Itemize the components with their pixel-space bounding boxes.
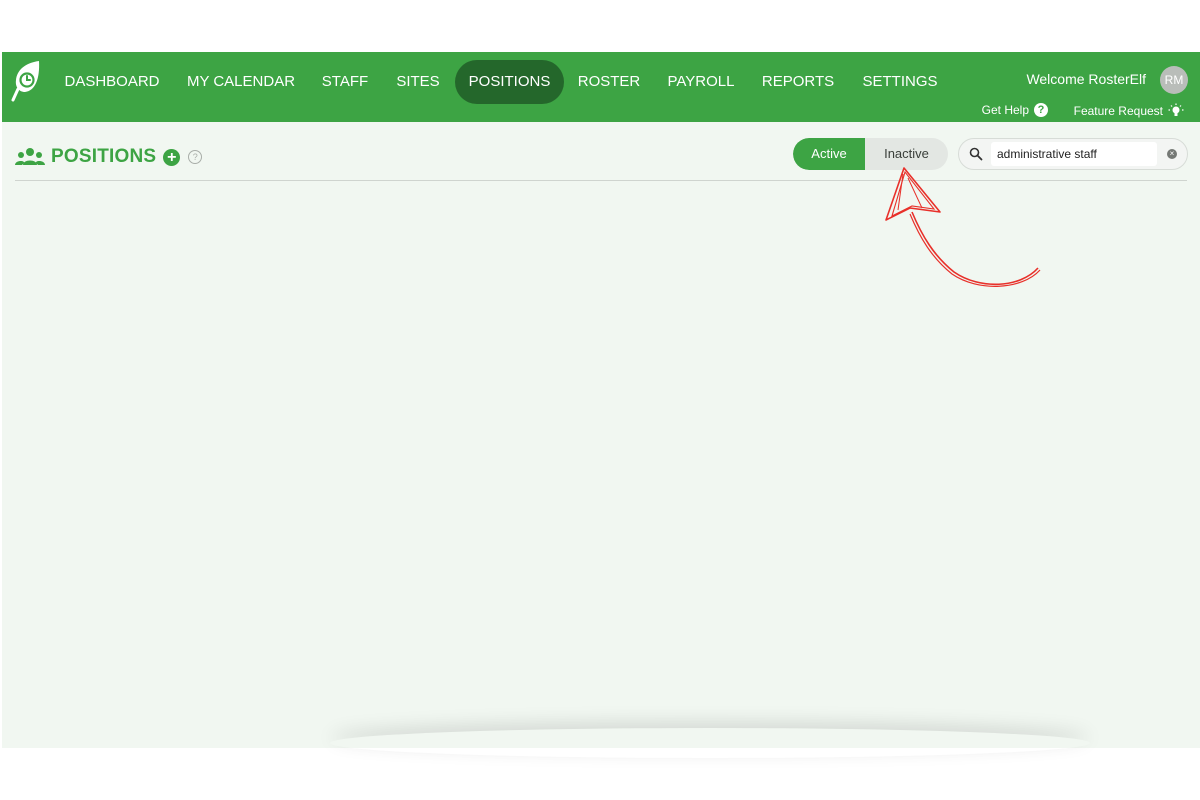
nav-reports[interactable]: REPORTS: [756, 60, 840, 104]
nav-payroll[interactable]: PAYROLL: [662, 60, 740, 104]
bottom-shadow: [330, 728, 1090, 758]
clear-icon[interactable]: ×: [1167, 149, 1177, 159]
feature-request-label: Feature Request: [1073, 104, 1163, 118]
question-icon: ?: [1034, 103, 1048, 117]
feature-request-link[interactable]: Feature Request: [1074, 103, 1184, 119]
red-annotation-arrow-icon: [885, 167, 1041, 287]
nav-positions[interactable]: POSITIONS: [455, 60, 564, 104]
nav-settings[interactable]: SETTINGS: [856, 60, 944, 104]
welcome-text: Welcome RosterElf: [1026, 71, 1146, 87]
nav-roster[interactable]: ROSTER: [572, 60, 646, 104]
search-icon: [969, 147, 983, 161]
page-title: POSITIONS: [51, 146, 157, 167]
lightbulb-icon: [1168, 103, 1184, 116]
add-position-button[interactable]: +: [163, 148, 181, 166]
nav-sites[interactable]: SITES: [390, 60, 446, 104]
nav-my-calendar[interactable]: MY CALENDAR: [182, 60, 300, 104]
app-window: DASHBOARD MY CALENDAR STAFF SITES POSITI…: [2, 52, 1200, 748]
top-navigation-bar: DASHBOARD MY CALENDAR STAFF SITES POSITI…: [2, 52, 1200, 122]
get-help-label: Get Help: [981, 103, 1029, 117]
get-help-link[interactable]: Get Help ?: [982, 103, 1048, 117]
question-circle-icon[interactable]: ?: [188, 150, 203, 164]
nav-staff[interactable]: STAFF: [316, 60, 374, 104]
rosterelf-logo[interactable]: [10, 59, 44, 103]
nav-dashboard[interactable]: DASHBOARD: [58, 60, 166, 104]
users-group-icon: [15, 148, 45, 165]
page-header: POSITIONS + ?: [15, 144, 203, 170]
active-filter-button[interactable]: Active: [793, 138, 865, 170]
user-avatar[interactable]: RM: [1160, 66, 1188, 94]
